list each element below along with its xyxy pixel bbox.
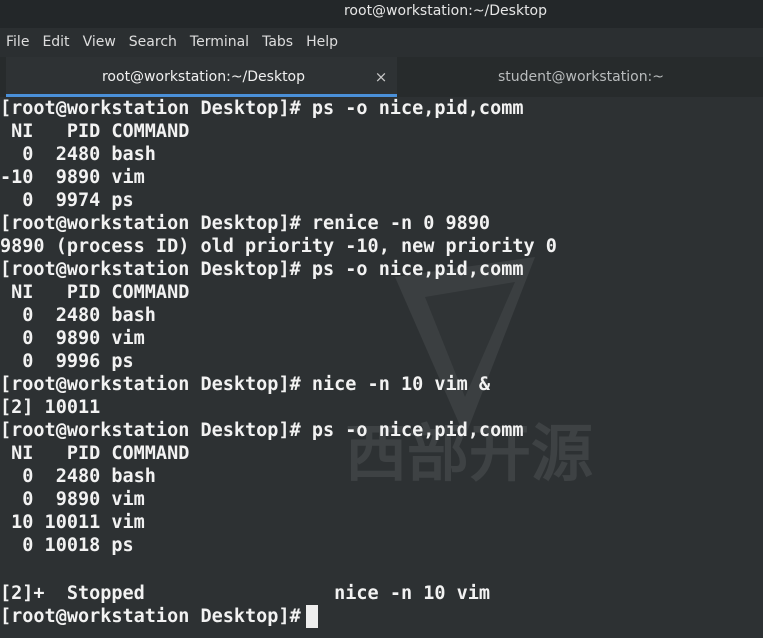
terminal-line: 9890 (process ID) old priority -10, new … xyxy=(0,236,557,257)
terminal-line: NI PID COMMAND xyxy=(0,121,190,142)
terminal-line: [root@workstation Desktop]# ps -o nice,p… xyxy=(0,259,524,280)
terminal-line: 0 10018 ps xyxy=(0,535,134,556)
terminal-line: 0 2480 bash xyxy=(0,466,156,487)
menu-help[interactable]: Help xyxy=(300,28,345,57)
terminal-line: [2] 10011 xyxy=(0,397,101,418)
menu-view[interactable]: View xyxy=(77,28,123,57)
terminal-line: 10 10011 vim xyxy=(0,512,145,533)
menu-file[interactable]: File xyxy=(0,28,36,57)
text-cursor xyxy=(306,605,318,628)
terminal-prompt[interactable]: [root@workstation Desktop]# xyxy=(0,605,312,628)
tab-bar: root@workstation:~/Desktop × student@wor… xyxy=(0,57,763,97)
terminal-line: [2]+ Stopped nice -n 10 vim xyxy=(0,583,491,604)
terminal-line: NI PID COMMAND xyxy=(0,282,190,303)
tab-label: root@workstation:~/Desktop xyxy=(101,69,306,85)
terminal-line: 0 2480 bash xyxy=(0,144,156,165)
tab-root-desktop[interactable]: root@workstation:~/Desktop × xyxy=(6,57,397,97)
menu-edit[interactable]: Edit xyxy=(36,28,76,57)
tab-student-home[interactable]: student@workstation:~ xyxy=(399,57,763,97)
terminal-line: 0 9996 ps xyxy=(0,351,134,372)
menu-search[interactable]: Search xyxy=(123,28,184,57)
terminal-line: [root@workstation Desktop]# renice -n 0 … xyxy=(0,213,491,234)
terminal-line: -10 9890 vim xyxy=(0,167,145,188)
terminal-line: [root@workstation Desktop]# ps -o nice,p… xyxy=(0,420,524,441)
close-icon[interactable]: × xyxy=(373,57,389,97)
menu-bar: File Edit View Search Terminal Tabs Help xyxy=(0,28,763,57)
terminal-line: [root@workstation Desktop]# nice -n 10 v… xyxy=(0,374,491,395)
tab-label: student@workstation:~ xyxy=(497,69,665,85)
terminal-line: 0 9890 vim xyxy=(0,489,145,510)
terminal-line: [root@workstation Desktop]# ps -o nice,p… xyxy=(0,98,524,119)
terminal-output[interactable]: 西部开源 [root@workstation Desktop]# ps -o n… xyxy=(0,97,763,638)
menu-terminal[interactable]: Terminal xyxy=(184,28,256,57)
terminal-line: 0 9890 vim xyxy=(0,328,145,349)
terminal-line: 0 9974 ps xyxy=(0,190,134,211)
terminal-line: 0 2480 bash xyxy=(0,305,156,326)
title-bar[interactable]: root@workstation:~/Desktop xyxy=(0,0,763,28)
terminal-line: NI PID COMMAND xyxy=(0,443,190,464)
menu-tabs[interactable]: Tabs xyxy=(256,28,300,57)
window-title: root@workstation:~/Desktop xyxy=(343,3,548,19)
terminal-window: root@workstation:~/Desktop File Edit Vie… xyxy=(0,0,763,638)
